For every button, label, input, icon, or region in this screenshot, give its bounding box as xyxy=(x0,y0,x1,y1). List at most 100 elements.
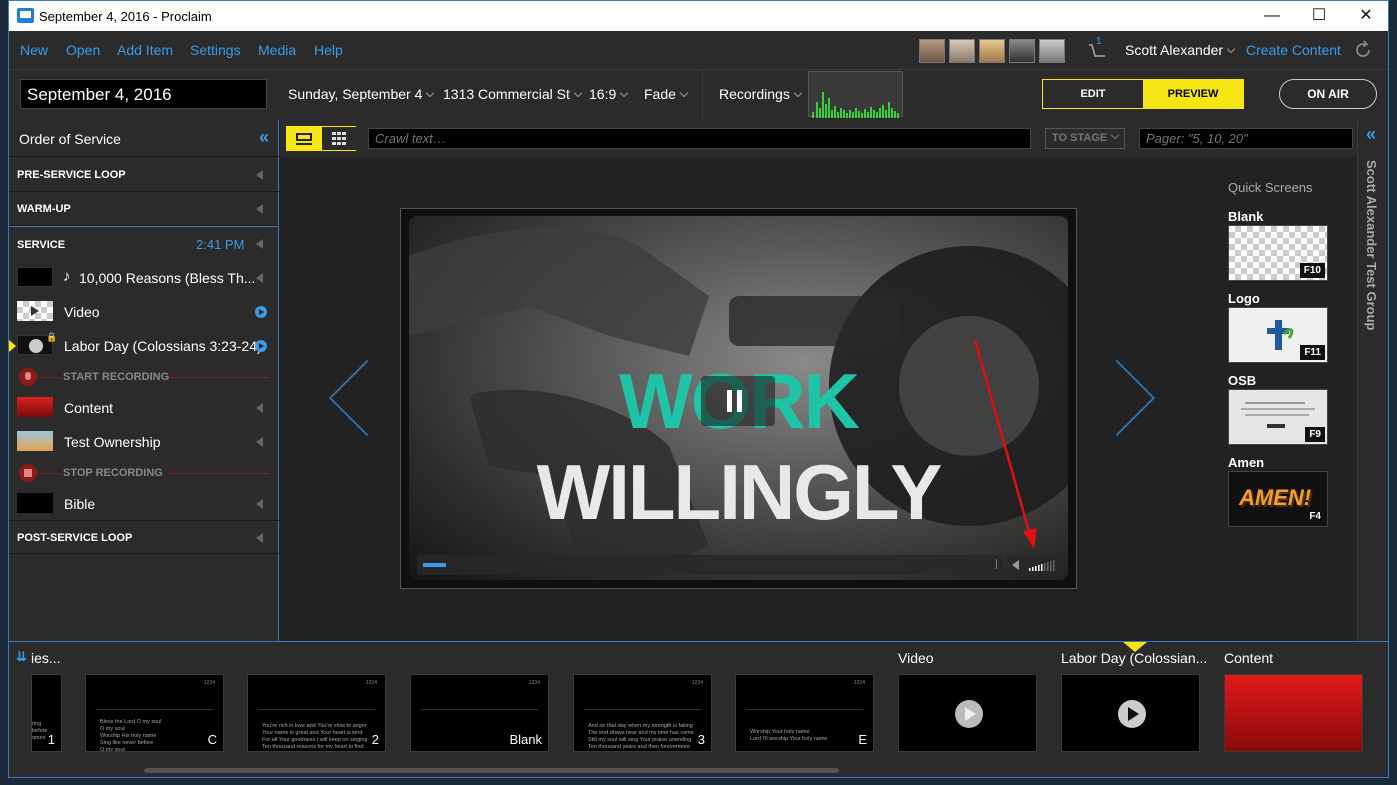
maximize-button[interactable]: ☐ xyxy=(1296,1,1342,31)
slide-thumb-video[interactable] xyxy=(898,674,1037,752)
play-circle-icon xyxy=(1118,700,1146,728)
recordings-dropdown[interactable]: Recordings xyxy=(719,86,803,102)
order-item-video[interactable]: Video xyxy=(9,298,279,326)
slide-badge: 3 xyxy=(697,732,705,747)
expand-triangle-icon[interactable] xyxy=(256,273,263,283)
item-label: 10,000 Reasons (Bless Th... xyxy=(79,270,256,286)
hotkey-badge: F10 xyxy=(1299,263,1325,278)
previous-slide-arrow[interactable] xyxy=(328,359,406,437)
presentation-title-field[interactable]: September 4, 2016 xyxy=(20,79,267,109)
expand-triangle-icon[interactable] xyxy=(256,403,263,413)
crawl-text-input[interactable] xyxy=(368,128,1031,149)
stop-recording-label: STOP RECORDING xyxy=(63,467,163,479)
play-circle-icon[interactable] xyxy=(255,306,267,318)
divider xyxy=(169,377,269,378)
slide-thumb[interactable]: 1234 Bless the Lord O my soul O my soul … xyxy=(85,674,224,752)
user-avatar[interactable] xyxy=(949,39,975,63)
volume-bar xyxy=(1032,567,1034,571)
transition-dropdown[interactable]: Fade xyxy=(644,86,689,102)
expand-triangle-icon[interactable] xyxy=(256,437,263,447)
slide-lyric: Bless the Lord O my soul O my soul Worsh… xyxy=(100,719,162,752)
slide-thumb-content[interactable] xyxy=(1224,674,1363,752)
user-avatar[interactable] xyxy=(1039,39,1065,63)
section-warm-up[interactable]: WARM-UP xyxy=(9,192,279,226)
volume-bar xyxy=(1035,566,1037,571)
date-dropdown[interactable]: Sunday, September 4 xyxy=(288,86,435,102)
expand-triangle-icon[interactable] xyxy=(256,170,263,180)
single-view-icon[interactable] xyxy=(287,127,321,150)
microphone-icon xyxy=(19,368,37,386)
cart-icon[interactable]: 1 xyxy=(1087,36,1109,61)
sync-icon[interactable] xyxy=(1353,40,1373,60)
divider xyxy=(37,377,61,378)
user-name: Scott Alexander xyxy=(1125,42,1224,58)
on-air-button[interactable]: ON AIR xyxy=(1279,79,1377,109)
horizontal-scrollbar[interactable] xyxy=(144,768,839,773)
menu-new[interactable]: New xyxy=(20,42,48,58)
expand-triangle-icon[interactable] xyxy=(256,239,263,249)
divider xyxy=(584,709,701,710)
slide-mini-num: 1234 xyxy=(853,680,865,686)
slide-thumb-labor-day[interactable] xyxy=(1061,674,1200,752)
menu-media[interactable]: Media xyxy=(258,42,296,58)
slide-thumb[interactable]: 1234 You're rich in love and You're slow… xyxy=(247,674,386,752)
chevron-down-icon xyxy=(573,88,583,98)
order-item-bible[interactable]: Bible xyxy=(9,490,279,518)
expand-triangle-icon[interactable] xyxy=(256,204,263,214)
grid-view-icon[interactable] xyxy=(322,127,356,150)
expand-triangle-icon[interactable] xyxy=(256,533,263,543)
collapse-left-icon[interactable]: « xyxy=(259,127,269,148)
minimize-button[interactable]: — xyxy=(1249,1,1295,31)
stop-recording-marker[interactable]: STOP RECORDING xyxy=(9,462,279,484)
collapse-right-icon[interactable]: « xyxy=(1366,124,1376,145)
menu-settings[interactable]: Settings xyxy=(190,42,241,58)
menu-add-item[interactable]: Add Item xyxy=(117,42,173,58)
next-slide-arrow[interactable] xyxy=(1078,359,1156,437)
order-item-labor-day[interactable]: 🔒 Labor Day (Colossians 3:23-24) xyxy=(9,332,279,360)
quick-screen-logo[interactable]: F11 xyxy=(1228,307,1328,363)
order-item-content[interactable]: Content xyxy=(9,394,279,422)
slide-thumb[interactable]: 1234 And on that day when my strength is… xyxy=(573,674,712,752)
order-item-test-ownership[interactable]: Test Ownership xyxy=(9,428,279,456)
pause-button[interactable] xyxy=(701,376,775,426)
quick-screen-amen[interactable]: AMEN! F4 xyxy=(1228,471,1328,527)
user-avatar[interactable] xyxy=(979,39,1005,63)
user-menu[interactable]: Scott Alexander xyxy=(1125,42,1236,58)
slide-thumb[interactable]: 1234 Blank xyxy=(410,674,549,752)
menu-open[interactable]: Open xyxy=(66,42,100,58)
collapse-down-icon[interactable]: ⇊ xyxy=(16,649,27,665)
order-item-song[interactable]: ♪ 10,000 Reasons (Bless Th... xyxy=(9,264,279,292)
edit-button[interactable]: EDIT xyxy=(1043,80,1143,108)
menu-help[interactable]: Help xyxy=(314,42,343,58)
aspect-dropdown[interactable]: 16:9 xyxy=(589,86,629,102)
chevron-down-icon xyxy=(426,88,435,98)
item-label: Bible xyxy=(64,496,96,512)
start-recording-label: START RECORDING xyxy=(63,371,170,383)
user-avatar[interactable] xyxy=(1009,39,1035,63)
preview-button[interactable]: PREVIEW xyxy=(1143,80,1243,108)
section-post-service-loop[interactable]: POST-SERVICE LOOP xyxy=(9,520,279,554)
pager-input[interactable] xyxy=(1139,128,1353,149)
quick-screen-blank[interactable]: F10 xyxy=(1228,225,1328,281)
quick-screen-osb[interactable]: F9 xyxy=(1228,389,1328,445)
group-sidebar: « Scott Alexander Test Group xyxy=(1357,120,1388,641)
quick-screen-label: Amen xyxy=(1228,455,1265,470)
slide-thumb[interactable]: 1234 Worship Your holy name Lord I'll wo… xyxy=(735,674,874,752)
start-recording-marker[interactable]: START RECORDING xyxy=(9,366,279,388)
section-pre-service-loop[interactable]: PRE-SERVICE LOOP xyxy=(9,158,279,192)
play-circle-icon[interactable] xyxy=(255,340,267,352)
to-stage-dropdown[interactable]: TO STAGE xyxy=(1045,128,1125,149)
slide-thumb[interactable]: ring before omes 1 xyxy=(31,674,62,752)
quick-screen-label: Logo xyxy=(1228,291,1260,306)
section-service[interactable]: SERVICE 2:41 PM xyxy=(9,226,279,261)
expand-triangle-icon[interactable] xyxy=(256,499,263,509)
close-button[interactable]: ✕ xyxy=(1343,1,1388,31)
user-avatar[interactable] xyxy=(919,39,945,63)
menu-bar: New Open Add Item Settings Media Help 1 … xyxy=(9,31,1388,69)
slide-mini-num: 1234 xyxy=(365,680,377,686)
video-progress-bar[interactable] xyxy=(417,555,1003,575)
location-dropdown[interactable]: 1313 Commercial St xyxy=(443,86,583,102)
create-content-link[interactable]: Create Content xyxy=(1246,42,1341,58)
section-label: POST-SERVICE LOOP xyxy=(17,532,133,544)
edit-preview-toggle: EDIT PREVIEW xyxy=(1042,79,1244,109)
